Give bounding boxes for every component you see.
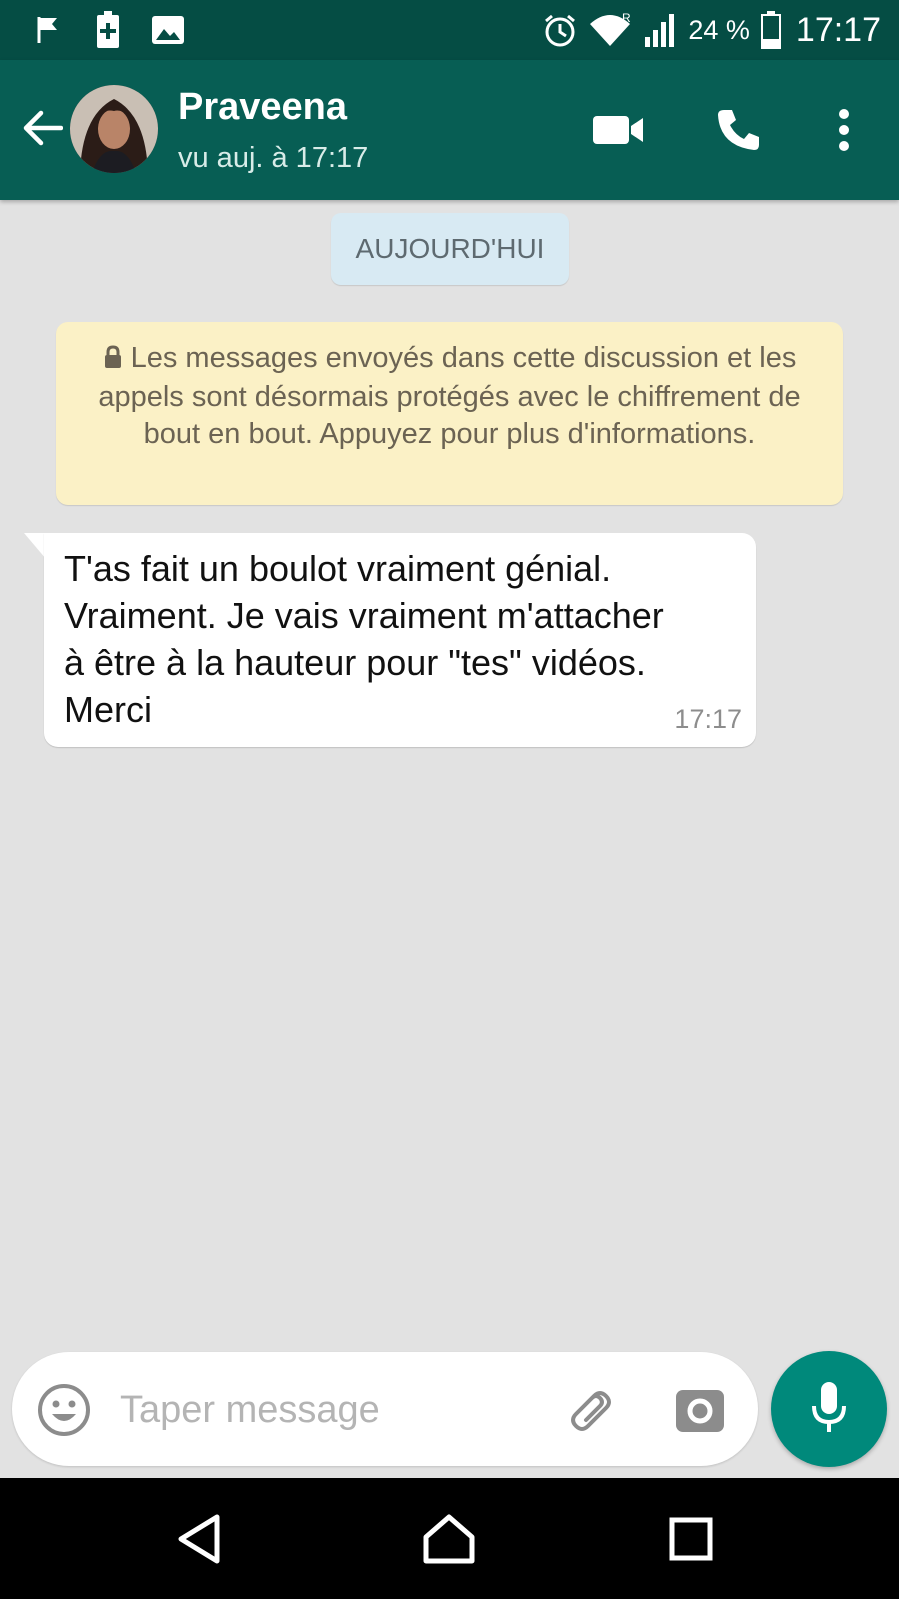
video-call-icon[interactable] [588, 100, 648, 160]
message-text: T'as fait un boulot vraiment génial. Vra… [64, 548, 664, 730]
battery-saver-icon [90, 11, 126, 48]
contact-name[interactable]: Praveena [178, 86, 347, 129]
encryption-notice[interactable]: Les messages envoyés dans cette discussi… [56, 322, 843, 505]
signal-icon [642, 12, 678, 48]
nav-recents-icon[interactable] [658, 1506, 724, 1572]
message-bubble-tail [24, 533, 46, 559]
status-bar: R 24 % 17:17 [0, 0, 899, 60]
alarm-icon [542, 12, 578, 48]
back-arrow-icon[interactable] [16, 102, 68, 154]
lock-icon [103, 342, 123, 379]
flag-icon [30, 12, 66, 48]
more-icon[interactable] [814, 100, 874, 160]
battery-percent: 24 % [688, 14, 750, 45]
message-time: 17:17 [674, 704, 742, 734]
navigation-bar [0, 1478, 899, 1599]
last-seen-status: vu auj. à 17:17 [178, 142, 369, 174]
wifi-icon: R [588, 12, 632, 48]
chat-header: Praveena vu auj. à 17:17 [0, 60, 899, 200]
svg-text:R: R [622, 12, 631, 25]
image-icon [150, 12, 186, 48]
date-divider: AUJOURD'HUI [331, 213, 569, 285]
camera-icon[interactable] [670, 1380, 730, 1440]
emoji-icon[interactable] [36, 1382, 92, 1438]
encryption-notice-text: Les messages envoyés dans cette discussi… [98, 342, 801, 450]
incoming-message[interactable]: T'as fait un boulot vraiment génial. Vra… [44, 533, 756, 747]
message-input[interactable] [120, 1382, 540, 1438]
attach-icon[interactable] [560, 1380, 620, 1440]
avatar[interactable] [70, 85, 158, 173]
status-left-icons [30, 10, 186, 50]
battery-icon [760, 11, 782, 49]
microphone-button[interactable] [771, 1351, 887, 1467]
nav-back-icon[interactable] [166, 1506, 232, 1572]
microphone-icon [809, 1380, 849, 1439]
message-composer [12, 1352, 758, 1466]
phone-icon[interactable] [708, 100, 768, 160]
status-time: 17:17 [795, 10, 881, 49]
nav-home-icon[interactable] [416, 1506, 482, 1572]
status-right-icons: R 24 % 17:17 [542, 6, 881, 54]
